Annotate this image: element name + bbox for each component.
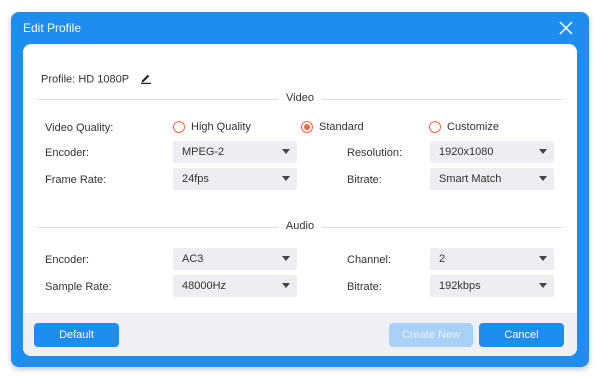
default-button[interactable]: Default — [34, 323, 119, 347]
radio-button — [429, 121, 441, 133]
chevron-down-icon — [282, 256, 290, 261]
profile-value: HD 1080P — [78, 73, 130, 86]
video-bitrate-label: Bitrate: — [347, 174, 382, 186]
chevron-down-icon — [539, 283, 547, 288]
profile-label: Profile: — [41, 73, 76, 86]
audio-encoder-label: Encoder: — [45, 254, 90, 266]
profile-row: Profile: HD 1080P — [41, 72, 152, 87]
video-encoder-select[interactable]: MPEG-2 — [173, 141, 297, 163]
resolution-label: Resolution: — [347, 147, 403, 159]
channel-label: Channel: — [347, 254, 392, 266]
radio-customize[interactable]: Customize — [429, 121, 499, 133]
audio-encoder-select[interactable]: AC3 — [173, 248, 297, 270]
radio-standard[interactable]: Standard — [301, 121, 364, 133]
chevron-down-icon — [282, 283, 290, 288]
create-new-button[interactable]: Create New — [389, 323, 473, 347]
radio-standard-label: Standard — [319, 121, 364, 133]
edit-profile-button[interactable] — [140, 72, 152, 87]
audio-bitrate-value: 192kbps — [439, 280, 481, 292]
video-bitrate-value: Smart Match — [439, 173, 502, 185]
chevron-down-icon — [282, 176, 290, 181]
audio-heading: Audio — [277, 220, 323, 232]
dialog-title: Edit Profile — [23, 21, 82, 35]
radio-high-quality[interactable]: High Quality — [173, 121, 251, 133]
video-encoder-value: MPEG-2 — [182, 146, 225, 158]
audio-encoder-value: AC3 — [182, 253, 204, 265]
dialog-footer: Default Create New Cancel — [23, 313, 577, 356]
radio-button-selected — [301, 121, 313, 133]
cancel-button[interactable]: Cancel — [479, 323, 564, 347]
frame-rate-value: 24fps — [182, 173, 209, 185]
radio-customize-label: Customize — [447, 121, 499, 133]
channel-value: 2 — [439, 253, 446, 265]
resolution-select[interactable]: 1920x1080 — [430, 141, 554, 163]
title-bar: Edit Profile — [11, 12, 589, 44]
video-section-header: Video — [37, 92, 563, 106]
resolution-value: 1920x1080 — [439, 146, 494, 158]
sample-rate-select[interactable]: 48000Hz — [173, 275, 297, 297]
audio-bitrate-select[interactable]: 192kbps — [430, 275, 554, 297]
chevron-down-icon — [539, 149, 547, 154]
chevron-down-icon — [539, 176, 547, 181]
radio-button — [173, 121, 185, 133]
frame-rate-label: Frame Rate: — [45, 174, 107, 186]
channel-select[interactable]: 2 — [430, 248, 554, 270]
edit-profile-dialog: Edit Profile Profile: HD 1080P Video Vid… — [11, 12, 589, 367]
sample-rate-value: 48000Hz — [182, 280, 227, 292]
video-heading: Video — [278, 92, 322, 104]
settings-panel: Profile: HD 1080P Video Video Quality: H… — [23, 44, 577, 356]
video-bitrate-select[interactable]: Smart Match — [430, 168, 554, 190]
chevron-down-icon — [282, 149, 290, 154]
sample-rate-label: Sample Rate: — [45, 281, 112, 293]
video-encoder-label: Encoder: — [45, 147, 90, 159]
radio-high-quality-label: High Quality — [191, 121, 251, 133]
frame-rate-select[interactable]: 24fps — [173, 168, 297, 190]
close-icon — [559, 21, 573, 35]
close-button[interactable] — [557, 19, 575, 37]
video-quality-label: Video Quality: — [45, 122, 114, 134]
audio-bitrate-label: Bitrate: — [347, 281, 382, 293]
audio-section-header: Audio — [37, 220, 563, 234]
pencil-icon — [141, 74, 152, 84]
chevron-down-icon — [539, 256, 547, 261]
